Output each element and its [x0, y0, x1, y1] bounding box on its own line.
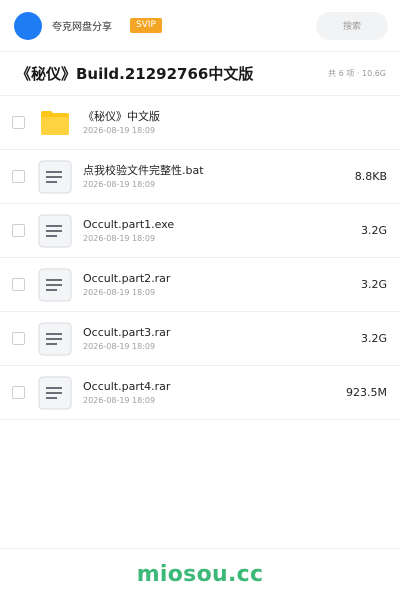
file-name: Occult.part4.rar	[83, 380, 171, 393]
file-row[interactable]: Occult.part2.rar 2026-08-19 18:09 3.2G	[0, 258, 400, 312]
file-name: Occult.part2.rar	[83, 272, 171, 285]
file-size: 3.2G	[360, 278, 387, 291]
file-row[interactable]: Occult.part1.exe 2026-08-19 18:09 3.2G	[0, 204, 400, 258]
top-bar: 夸克网盘分享 SVIP 搜索	[0, 0, 400, 52]
row-checkbox[interactable]	[12, 116, 25, 129]
file-size: 3.2G	[360, 224, 387, 237]
file-name: 点我校验文件完整性.bat	[83, 164, 204, 177]
file-date: 2026-08-19 18:09	[83, 180, 156, 189]
document-icon	[38, 376, 72, 410]
search-input[interactable]: 搜索	[316, 11, 388, 40]
file-name: Occult.part1.exe	[83, 218, 175, 231]
avatar[interactable]	[14, 11, 42, 40]
file-date: 2026-08-19 18:09	[83, 288, 156, 297]
file-size: 923.5M	[346, 386, 387, 399]
file-date: 2026-08-19 18:09	[83, 234, 156, 243]
svip-badge: SVIP	[130, 18, 162, 33]
file-date: 2026-08-19 18:09	[83, 342, 156, 351]
folder-header: 《秘仪》Build.21292766中文版 共 6 项 · 10.6G	[0, 52, 400, 96]
search-placeholder: 搜索	[342, 22, 361, 32]
row-checkbox[interactable]	[12, 224, 25, 237]
row-checkbox[interactable]	[12, 170, 25, 183]
row-checkbox[interactable]	[12, 332, 25, 345]
file-row[interactable]: 《秘仪》中文版 2026-08-19 18:09	[0, 96, 400, 150]
file-date: 2026-08-19 18:09	[83, 396, 156, 405]
file-size: 8.8KB	[354, 170, 387, 183]
document-icon	[38, 268, 72, 302]
file-date: 2026-08-19 18:09	[83, 126, 156, 135]
file-row[interactable]: 点我校验文件完整性.bat 2026-08-19 18:09 8.8KB	[0, 150, 400, 204]
file-name: 《秘仪》中文版	[83, 110, 160, 123]
brand-watermark: miosou.cc	[136, 562, 264, 587]
footer: miosou.cc	[0, 548, 400, 600]
folder-icon	[38, 106, 72, 140]
document-icon	[38, 160, 72, 194]
document-icon	[38, 322, 72, 356]
username: 夸克网盘分享	[52, 22, 112, 33]
row-checkbox[interactable]	[12, 386, 25, 399]
file-row[interactable]: Occult.part4.rar 2026-08-19 18:09 923.5M	[0, 366, 400, 420]
folder-summary: 共 6 项 · 10.6G	[328, 69, 386, 78]
page-title: 《秘仪》Build.21292766中文版	[16, 65, 254, 83]
row-checkbox[interactable]	[12, 278, 25, 291]
file-row[interactable]: Occult.part3.rar 2026-08-19 18:09 3.2G	[0, 312, 400, 366]
file-size: 3.2G	[360, 332, 387, 345]
file-name: Occult.part3.rar	[83, 326, 171, 339]
file-list: 《秘仪》中文版 2026-08-19 18:09 点我校验文件完整性.bat 2…	[0, 96, 400, 420]
document-icon	[38, 214, 72, 248]
